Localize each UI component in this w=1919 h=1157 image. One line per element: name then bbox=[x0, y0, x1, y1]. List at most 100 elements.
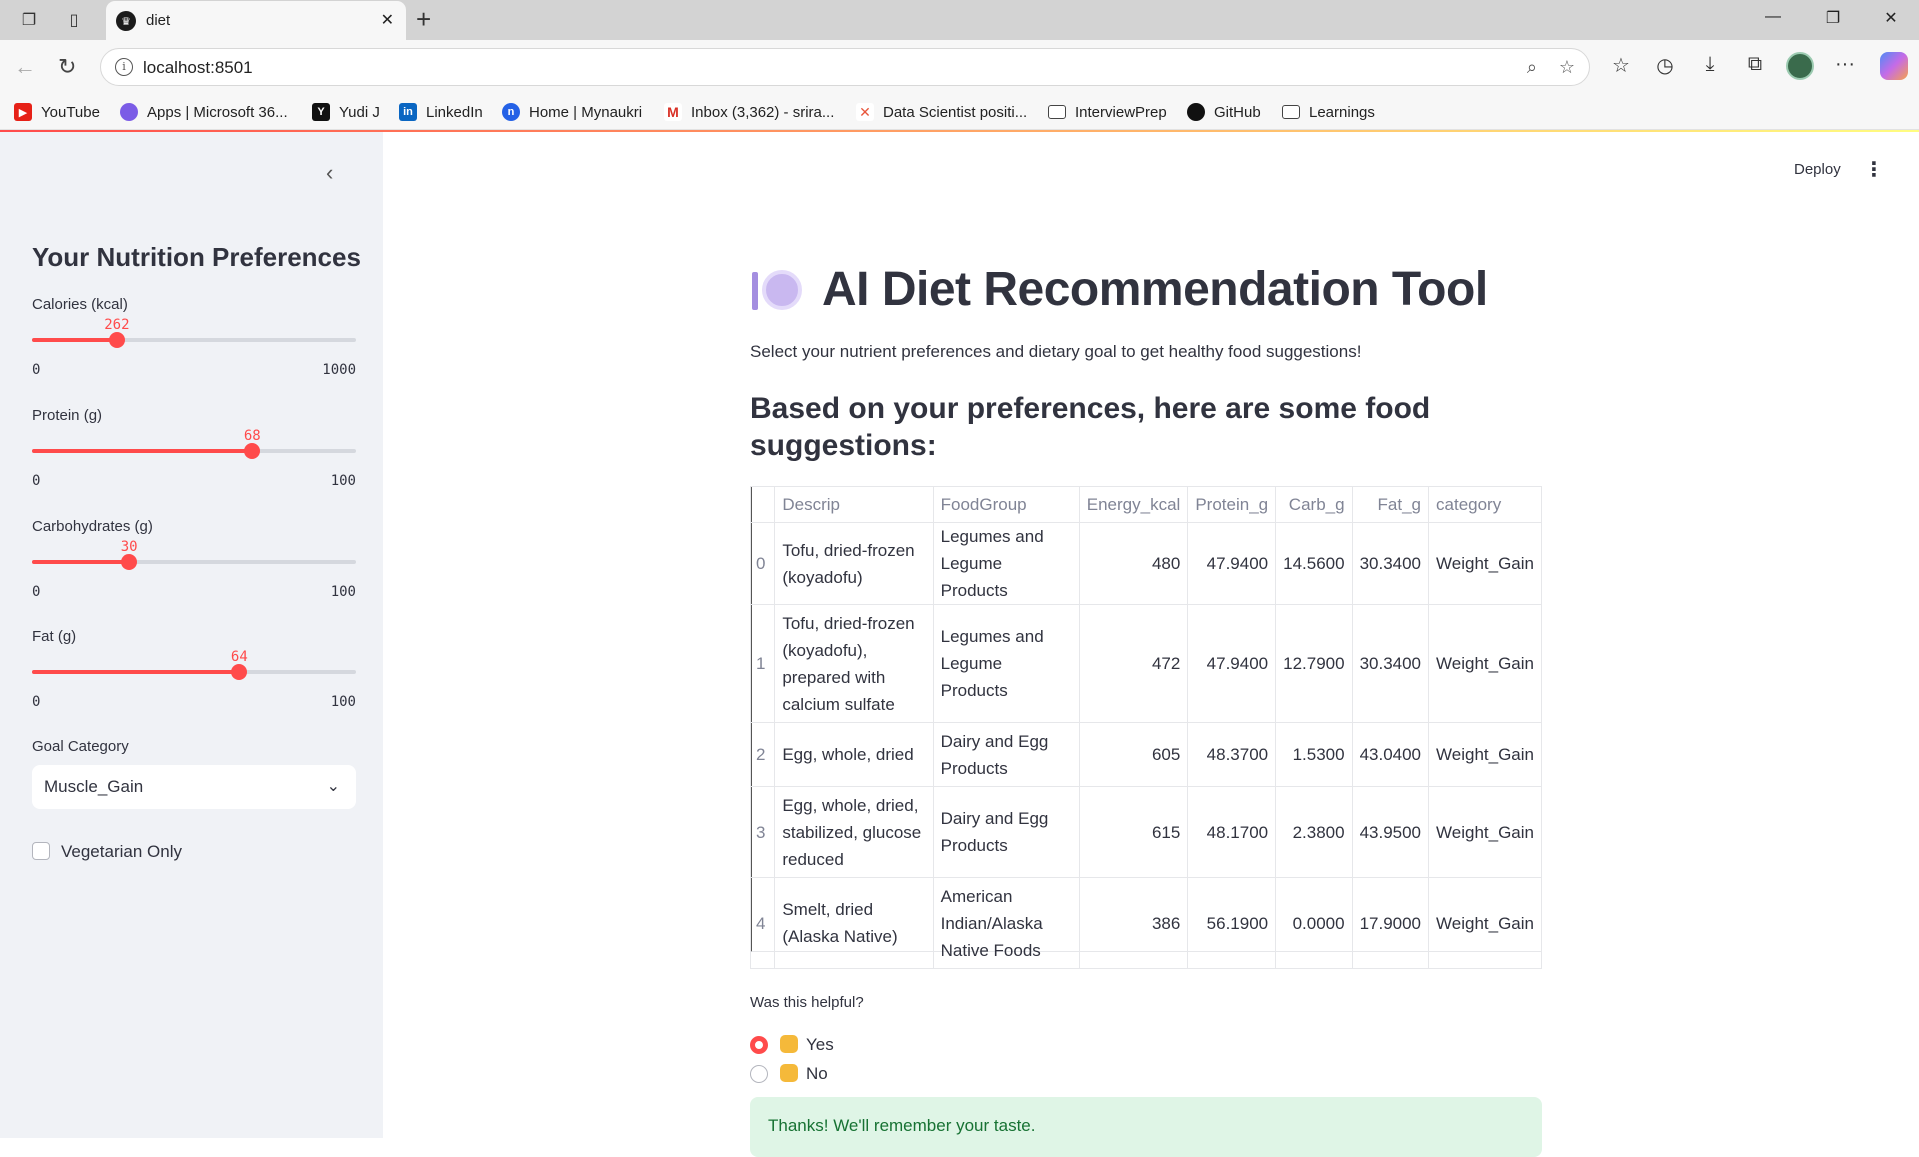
page-title-text: AI Diet Recommendation Tool bbox=[822, 263, 1488, 316]
cell-foodgroup[interactable]: Dairy and Egg Products bbox=[932, 722, 1080, 787]
cell-descrip[interactable]: Smelt, dried (Alaska Native) bbox=[774, 877, 934, 969]
cell-fat[interactable]: 43.9500 bbox=[1351, 786, 1430, 878]
deploy-button[interactable]: Deploy bbox=[1794, 161, 1841, 178]
feedback-yes-radio[interactable] bbox=[750, 1036, 768, 1054]
column-header[interactable]: FoodGroup bbox=[932, 486, 1080, 523]
bookmark-microsoft-apps[interactable]: Apps | Microsoft 36... bbox=[120, 102, 288, 122]
cell-descrip[interactable]: Egg, whole, dried, stabilized, glucose r… bbox=[774, 786, 934, 878]
favorite-star-icon[interactable]: ☆ bbox=[1559, 57, 1575, 78]
new-tab-button[interactable]: + bbox=[416, 6, 431, 32]
slider-thumb[interactable] bbox=[244, 443, 261, 459]
vegetarian-label[interactable]: Vegetarian Only bbox=[61, 842, 182, 862]
bookmark-yudi-j[interactable]: Y Yudi J bbox=[312, 102, 380, 122]
slider-track[interactable] bbox=[32, 554, 356, 570]
cell-descrip[interactable]: Tofu, dried-frozen (koyadofu), prepared … bbox=[774, 604, 934, 723]
column-header[interactable]: Fat_g bbox=[1351, 486, 1430, 523]
cell-category[interactable]: Weight_Gain bbox=[1428, 604, 1542, 723]
slider-track[interactable] bbox=[32, 443, 356, 459]
copilot-icon[interactable] bbox=[1880, 52, 1908, 80]
favorites-icon[interactable]: ☆ bbox=[1607, 53, 1635, 78]
cell-descrip[interactable]: Tofu, dried-frozen (koyadofu) bbox=[774, 522, 934, 605]
goal-category-select[interactable]: Muscle_Gain ⌄ bbox=[32, 765, 356, 809]
cell-carb[interactable]: 14.5600 bbox=[1275, 522, 1353, 605]
cell-protein[interactable]: 47.9400 bbox=[1187, 522, 1277, 605]
column-header[interactable]: Descrip bbox=[774, 486, 934, 523]
cell-carb[interactable]: 1.5300 bbox=[1275, 722, 1353, 787]
column-header[interactable]: Protein_g bbox=[1187, 486, 1277, 523]
food-suggestions-table[interactable]: Descrip FoodGroup Energy_kcal Protein_g … bbox=[749, 486, 1542, 969]
feedback-yes-label[interactable]: Yes bbox=[780, 1035, 834, 1055]
minimize-button[interactable]: — bbox=[1758, 8, 1788, 26]
slider-min: 0 bbox=[32, 362, 41, 378]
cell-foodgroup[interactable]: American Indian/Alaska Native Foods bbox=[932, 877, 1080, 969]
bookmark-interviewprep[interactable]: InterviewPrep bbox=[1048, 102, 1167, 122]
cell-category[interactable]: Weight_Gain bbox=[1428, 522, 1542, 605]
close-window-button[interactable]: ✕ bbox=[1876, 8, 1906, 28]
slider-track[interactable] bbox=[32, 332, 356, 348]
cell-descrip[interactable]: Egg, whole, dried bbox=[774, 722, 934, 787]
cell-energy[interactable]: 480 bbox=[1078, 522, 1189, 605]
cell-carb[interactable]: 0.0000 bbox=[1275, 877, 1353, 969]
bookmark-youtube[interactable]: ▶ YouTube bbox=[14, 102, 100, 122]
slider-value: 64 bbox=[230, 649, 248, 665]
main-menu-icon[interactable]: ⋮ bbox=[1864, 157, 1884, 182]
more-menu-icon[interactable]: ··· bbox=[1831, 53, 1859, 76]
address-bar[interactable]: i localhost:8501 ⌕ ☆ bbox=[100, 48, 1590, 86]
browser-tab[interactable]: ♛ diet ✕ bbox=[106, 1, 406, 40]
back-button[interactable]: ← bbox=[14, 54, 36, 80]
close-tab-icon[interactable]: ✕ bbox=[381, 10, 394, 30]
collapse-sidebar-icon[interactable]: ‹ bbox=[326, 160, 333, 186]
cell-energy[interactable]: 605 bbox=[1078, 722, 1189, 787]
cell-protein[interactable]: 56.1900 bbox=[1187, 877, 1277, 969]
cell-protein[interactable]: 48.3700 bbox=[1187, 722, 1277, 787]
refresh-button[interactable]: ↻ bbox=[58, 54, 76, 80]
vertical-tabs-icon[interactable]: ▯ bbox=[63, 9, 85, 31]
cell-protein[interactable]: 48.1700 bbox=[1187, 786, 1277, 878]
slider-label: Fat (g) bbox=[32, 628, 77, 645]
cell-category[interactable]: Weight_Gain bbox=[1428, 722, 1542, 787]
slider-track[interactable] bbox=[32, 664, 356, 680]
table-row: 0 Tofu, dried-frozen (koyadofu) Legumes … bbox=[749, 522, 1542, 605]
cell-energy[interactable]: 615 bbox=[1078, 786, 1189, 878]
bookmark-mynaukri[interactable]: n Home | Mynaukri bbox=[502, 102, 642, 122]
cell-fat[interactable]: 43.0400 bbox=[1351, 722, 1430, 787]
bookmark-linkedin[interactable]: in LinkedIn bbox=[399, 102, 483, 122]
cell-foodgroup[interactable]: Legumes and Legume Products bbox=[932, 522, 1080, 605]
history-icon[interactable]: ◷ bbox=[1651, 53, 1679, 78]
slider-thumb[interactable] bbox=[121, 554, 138, 570]
extensions-icon[interactable]: ⧉ bbox=[1741, 53, 1769, 76]
column-header[interactable]: Energy_kcal bbox=[1078, 486, 1189, 523]
cell-carb[interactable]: 2.3800 bbox=[1275, 786, 1353, 878]
tab-title: diet bbox=[146, 12, 171, 29]
bookmarks-bar: ▶ YouTube Apps | Microsoft 36... Y Yudi J … bbox=[0, 95, 1919, 130]
slider-thumb[interactable] bbox=[108, 332, 125, 348]
cell-category[interactable]: Weight_Gain bbox=[1428, 786, 1542, 878]
feedback-no-label[interactable]: No bbox=[780, 1064, 828, 1084]
bookmark-data-scientist[interactable]: ✕ Data Scientist positi... bbox=[856, 102, 1027, 122]
zoom-icon[interactable]: ⌕ bbox=[1527, 57, 1537, 78]
vegetarian-checkbox[interactable] bbox=[32, 842, 50, 860]
github-icon bbox=[1187, 103, 1205, 121]
cell-fat[interactable]: 30.3400 bbox=[1351, 604, 1430, 723]
bookmark-learnings[interactable]: Learnings bbox=[1282, 102, 1375, 122]
cell-foodgroup[interactable]: Dairy and Egg Products bbox=[932, 786, 1080, 878]
column-header[interactable]: Carb_g bbox=[1275, 486, 1353, 523]
bookmark-gmail-inbox[interactable]: M Inbox (3,362) - srira... bbox=[664, 102, 834, 122]
bookmark-github[interactable]: GitHub bbox=[1187, 102, 1261, 122]
site-info-icon[interactable]: i bbox=[115, 58, 133, 76]
workspaces-icon[interactable]: ❐ bbox=[18, 9, 40, 31]
cell-fat[interactable]: 17.9000 bbox=[1351, 877, 1430, 969]
cell-foodgroup[interactable]: Legumes and Legume Products bbox=[932, 604, 1080, 723]
restore-button[interactable]: ❐ bbox=[1818, 8, 1848, 28]
profile-avatar[interactable] bbox=[1786, 52, 1814, 80]
cell-carb[interactable]: 12.7900 bbox=[1275, 604, 1353, 723]
cell-protein[interactable]: 47.9400 bbox=[1187, 604, 1277, 723]
downloads-icon[interactable]: ⤓ bbox=[1696, 53, 1724, 76]
column-header[interactable]: category bbox=[1428, 486, 1542, 523]
cell-category[interactable]: Weight_Gain bbox=[1428, 877, 1542, 969]
feedback-no-radio[interactable] bbox=[750, 1065, 768, 1083]
cell-fat[interactable]: 30.3400 bbox=[1351, 522, 1430, 605]
cell-energy[interactable]: 472 bbox=[1078, 604, 1189, 723]
cell-energy[interactable]: 386 bbox=[1078, 877, 1189, 969]
slider-thumb[interactable] bbox=[231, 664, 248, 680]
